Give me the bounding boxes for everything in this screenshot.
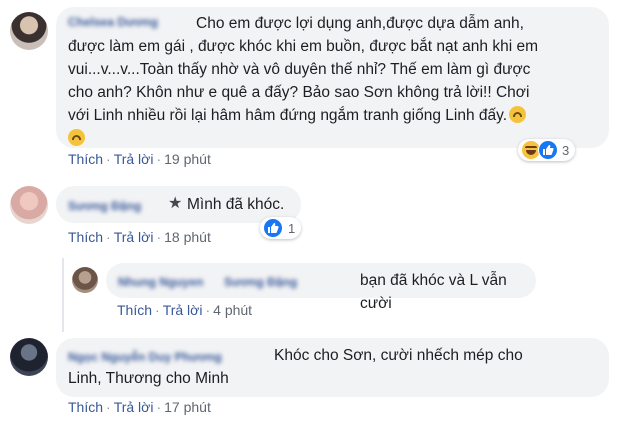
timestamp[interactable]: 18 phút: [164, 229, 211, 245]
comment-text: với Linh nhiều rồi lại hâm hâm đứng ngắm…: [68, 104, 527, 127]
reaction-count: 1: [288, 220, 296, 236]
upside-down-face-icon: [68, 129, 85, 146]
comment-text: bạn đã khóc và L vẫn cười: [360, 272, 507, 312]
comment-text: cho anh? Khôn như e quê a đấy? Bảo sao S…: [68, 84, 530, 101]
reaction-summary[interactable]: 1: [260, 217, 302, 239]
timestamp[interactable]: 4 phút: [213, 302, 252, 318]
comment-author[interactable]: Sương Đặng: [68, 199, 141, 213]
like-reaction-icon: [263, 218, 283, 238]
comment-text: được làm em gái , được khóc khi em buồn,…: [68, 38, 539, 55]
like-link[interactable]: Thích: [117, 302, 152, 318]
comment-author[interactable]: Chelsea Dương: [68, 15, 158, 29]
like-link[interactable]: Thích: [68, 399, 103, 415]
timestamp[interactable]: 19 phút: [164, 151, 211, 167]
comment-text: [66, 127, 85, 150]
comment-text: Khóc cho Sơn, cười nhếch mép cho: [274, 347, 523, 364]
avatar[interactable]: [72, 267, 98, 293]
comment-author[interactable]: Nhung Nguyen: [118, 275, 203, 289]
avatar[interactable]: [10, 186, 48, 224]
comment-bubble: Nhung Nguyen Sương Đặng bạn đã khóc và L…: [106, 263, 536, 312]
comment-text: Cho em được lợi dụng anh,được dựa dẫm an…: [196, 15, 524, 32]
comment-actions: Thích · Trả lời · 19 phút: [68, 151, 211, 167]
like-link[interactable]: Thích: [68, 151, 103, 167]
reply-link[interactable]: Trả lời: [114, 229, 154, 245]
comment-actions: Thích · Trả lời · 17 phút: [68, 399, 211, 415]
comment-bubble: Sương Đặng ★ Mình đã khóc.: [56, 186, 301, 223]
like-reaction-icon: [538, 140, 558, 160]
reply-link[interactable]: Trả lời: [114, 399, 154, 415]
upside-down-face-icon: [509, 106, 527, 123]
comment-actions: Thích · Trả lời · 18 phút: [68, 229, 211, 245]
like-link[interactable]: Thích: [68, 229, 103, 245]
comment-actions: Thích · Trả lời · 4 phút: [117, 302, 253, 318]
reaction-count: 3: [562, 142, 570, 158]
reply-thread-line: [62, 258, 64, 332]
reaction-summary[interactable]: 3: [518, 139, 576, 161]
star-icon: ★: [168, 195, 183, 212]
comment-author[interactable]: Ngọc Nguyễn Duy Phương: [68, 350, 222, 364]
mention-link[interactable]: Sương Đặng: [224, 275, 297, 289]
avatar[interactable]: [10, 338, 48, 376]
comment-text: Mình đã khóc.: [187, 196, 285, 213]
comment-bubble: Chelsea Dương Cho em được lợi dụng anh,đ…: [56, 7, 609, 148]
comment-text: vui...v...v...Toàn thấy nhờ và vô duyên …: [68, 61, 531, 78]
timestamp[interactable]: 17 phút: [164, 399, 211, 415]
comment-bubble: Ngọc Nguyễn Duy Phương Khóc cho Sơn, cườ…: [56, 338, 609, 397]
reply-link[interactable]: Trả lời: [114, 151, 154, 167]
reply-link[interactable]: Trả lời: [163, 302, 203, 318]
comment-text: Linh, Thương cho Minh: [68, 370, 229, 387]
avatar[interactable]: [10, 12, 48, 50]
